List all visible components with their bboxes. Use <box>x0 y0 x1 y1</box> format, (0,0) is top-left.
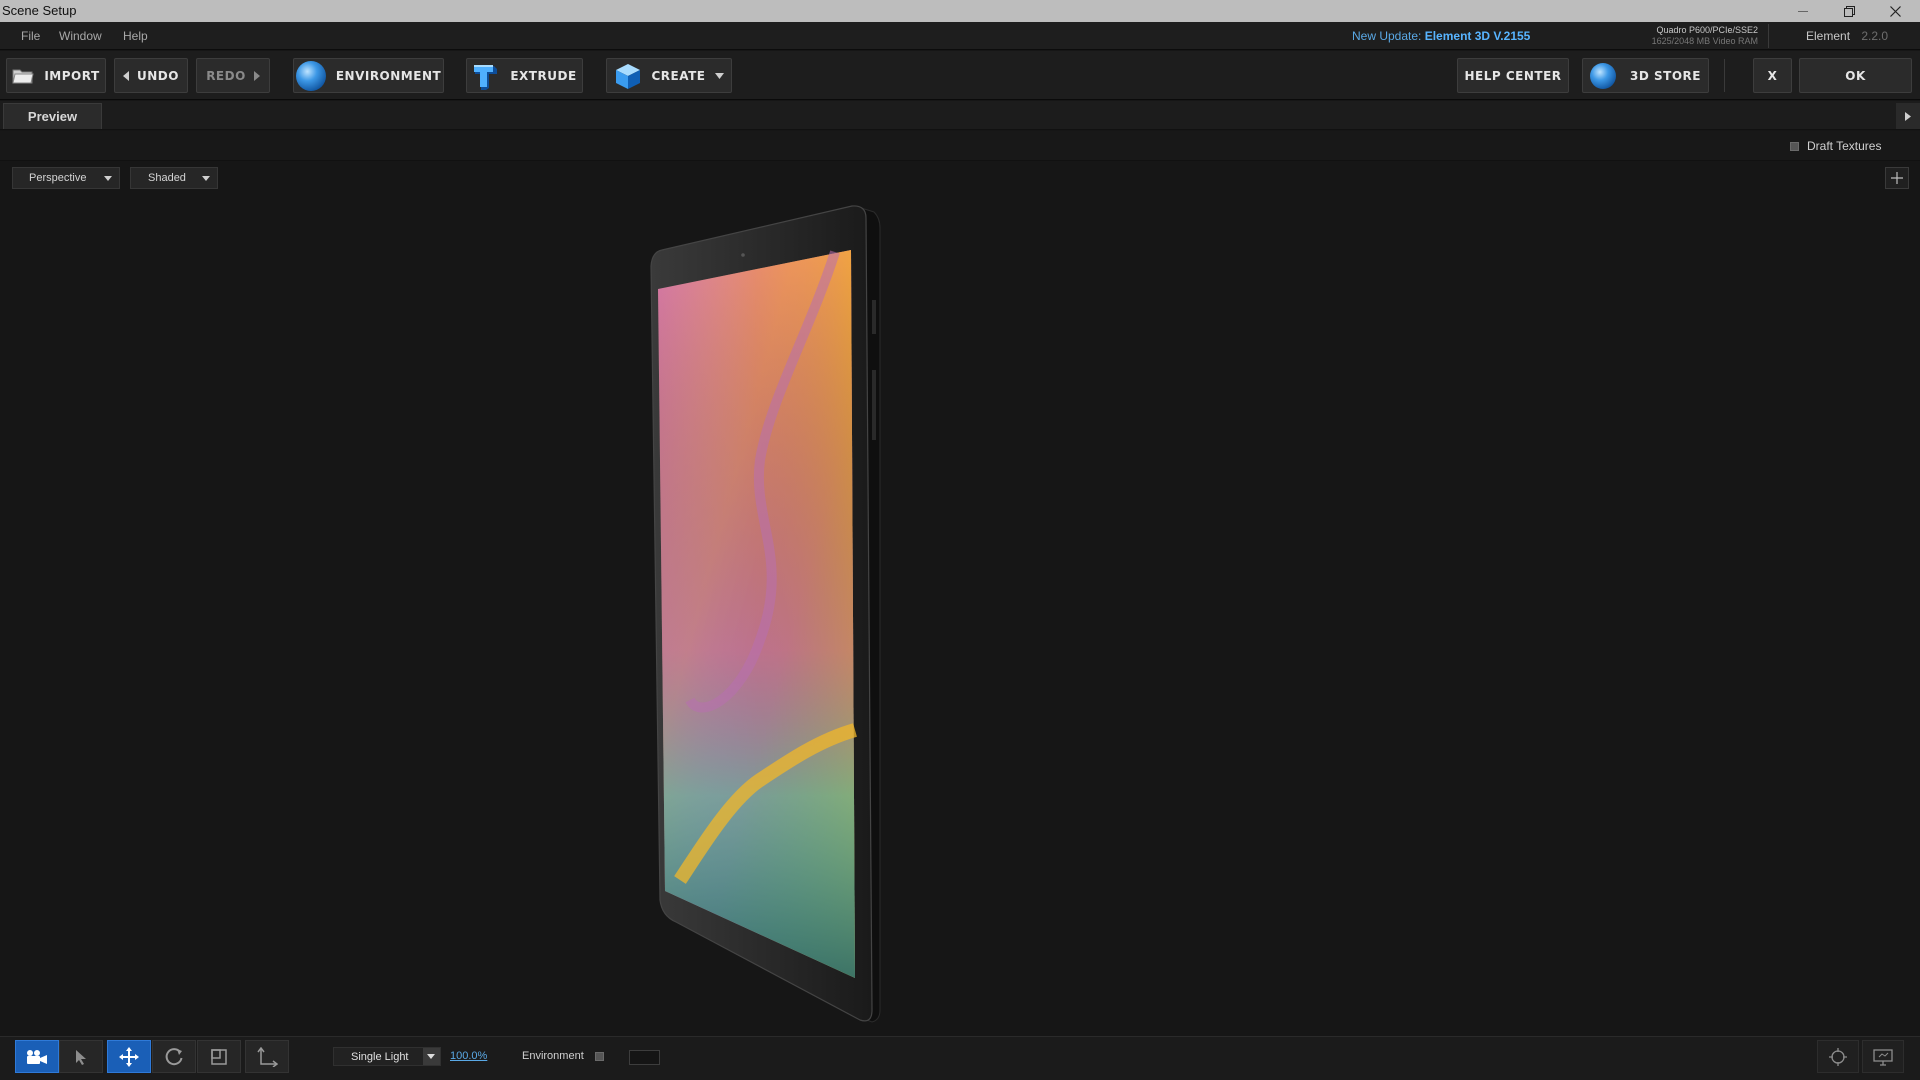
menu-help[interactable]: Help <box>123 29 148 43</box>
undo-button[interactable]: UNDO <box>114 58 188 93</box>
minimize-icon <box>1798 10 1808 12</box>
scale-icon <box>211 1048 227 1065</box>
menu-file[interactable]: File <box>21 29 40 43</box>
title-bar: Scene Setup <box>0 0 1920 22</box>
extrude-button[interactable]: EXTRUDE <box>466 58 583 93</box>
crosshair-icon <box>1829 1047 1847 1066</box>
display-mode-button[interactable] <box>1862 1040 1904 1073</box>
restore-icon <box>1843 5 1855 17</box>
environment-toggle-label: Environment <box>522 1050 584 1062</box>
chevron-right-icon <box>253 70 260 81</box>
product-name: Element <box>1806 29 1851 43</box>
3d-store-button[interactable]: 3D STORE <box>1582 58 1709 93</box>
cancel-x-button[interactable]: X <box>1753 58 1792 93</box>
window-title: Scene Setup <box>2 3 77 18</box>
update-version: Element 3D V.2155 <box>1424 29 1531 43</box>
product-version: 2.2.0 <box>1861 29 1889 43</box>
monitor-icon <box>1873 1048 1893 1066</box>
camera-icon <box>27 1049 47 1064</box>
minimize-button[interactable] <box>1780 0 1826 22</box>
chevron-left-icon <box>123 70 130 81</box>
toolbar-divider <box>1724 59 1725 92</box>
import-label: IMPORT <box>44 68 100 83</box>
cursor-arrow-icon <box>76 1049 86 1065</box>
chevron-right-icon <box>1905 111 1911 121</box>
extrude-t-icon <box>474 64 498 90</box>
import-button[interactable]: IMPORT <box>6 58 106 93</box>
scene-setup-window: Scene Setup File Window Help New Update:… <box>0 0 1920 1080</box>
folder-icon <box>12 69 34 83</box>
world-axis-button[interactable] <box>245 1040 289 1073</box>
close-window-button[interactable] <box>1872 0 1918 22</box>
expand-panel-button[interactable] <box>1896 103 1920 129</box>
tab-preview[interactable]: Preview <box>3 103 102 129</box>
draft-textures-label: Draft Textures <box>1807 139 1882 153</box>
chevron-down-icon <box>423 1048 440 1065</box>
close-icon <box>1889 5 1901 17</box>
gpu-info: Quadro P600/PCIe/SSE2 1625/2048 MB Video… <box>1618 25 1758 47</box>
update-prefix: New Update: <box>1352 29 1422 43</box>
rotate-icon <box>165 1047 183 1065</box>
undo-label: UNDO <box>137 68 179 83</box>
lighting-mode-dropdown[interactable]: Single Light <box>333 1047 441 1066</box>
environment-button[interactable]: ENVIRONMENT <box>293 58 444 93</box>
ok-label: OK <box>1845 68 1866 83</box>
menu-window[interactable]: Window <box>59 29 102 43</box>
rotate-tool-button[interactable] <box>152 1040 196 1073</box>
chevron-down-icon <box>104 176 112 181</box>
globe-icon <box>295 60 326 91</box>
redo-button[interactable]: REDO <box>196 58 270 93</box>
new-update-link[interactable]: New Update: Element 3D V.2155 <box>1352 29 1530 43</box>
chevron-down-icon <box>715 72 725 79</box>
maximize-viewport-button[interactable] <box>1885 167 1909 189</box>
draft-textures-toggle[interactable]: Draft Textures <box>1790 139 1881 153</box>
main-toolbar: IMPORT UNDO REDO ENVIRONMENT EXTRUDE CRE… <box>0 51 1920 100</box>
shading-mode-value: Shaded <box>148 172 186 184</box>
globe-store-icon <box>1590 62 1617 89</box>
menu-bar: File Window Help New Update: Element 3D … <box>0 22 1920 50</box>
cube-icon <box>615 63 640 89</box>
3d-viewport[interactable] <box>0 162 1920 1036</box>
menu-divider <box>1768 24 1769 48</box>
help-center-label: HELP CENTER <box>1464 68 1562 83</box>
move-tool-button[interactable] <box>107 1040 151 1073</box>
restore-button[interactable] <box>1826 0 1872 22</box>
viewport-options-row: Draft Textures <box>0 131 1920 161</box>
panel-tab-bar: Preview <box>0 101 1920 130</box>
draft-textures-checkbox[interactable] <box>1790 141 1799 151</box>
environment-color-swatch[interactable] <box>629 1050 660 1065</box>
light-intensity-value[interactable]: 100.0% <box>450 1050 487 1062</box>
chevron-down-icon <box>202 176 210 181</box>
help-center-button[interactable]: HELP CENTER <box>1457 58 1569 93</box>
environment-label: ENVIRONMENT <box>335 68 442 83</box>
cancel-label: X <box>1767 68 1778 83</box>
move-arrows-icon <box>119 1046 139 1067</box>
render-settings-button[interactable] <box>1817 1040 1859 1073</box>
select-tool-button[interactable] <box>59 1040 103 1073</box>
shading-mode-dropdown[interactable]: Shaded <box>130 167 218 189</box>
store-label: 3D STORE <box>1630 68 1701 83</box>
gpu-name: Quadro P600/PCIe/SSE2 <box>1656 25 1758 35</box>
create-button[interactable]: CREATE <box>606 58 732 93</box>
lighting-mode-value: Single Light <box>351 1051 409 1063</box>
product-info: Element 2.2.0 <box>1806 29 1888 43</box>
camera-view-value: Perspective <box>29 172 87 184</box>
redo-label: REDO <box>206 68 246 83</box>
axis-icon <box>257 1046 278 1067</box>
create-label: CREATE <box>651 68 706 83</box>
scale-tool-button[interactable] <box>197 1040 241 1073</box>
gpu-vram: 1625/2048 MB Video RAM <box>1651 36 1758 46</box>
maximize-viewport-icon <box>1891 172 1903 184</box>
ok-button[interactable]: OK <box>1799 58 1912 93</box>
camera-tool-button[interactable] <box>15 1040 59 1073</box>
camera-view-dropdown[interactable]: Perspective <box>12 167 120 189</box>
tablet-model <box>650 205 881 1023</box>
extrude-label: EXTRUDE <box>510 68 577 83</box>
environment-checkbox[interactable] <box>595 1052 604 1061</box>
